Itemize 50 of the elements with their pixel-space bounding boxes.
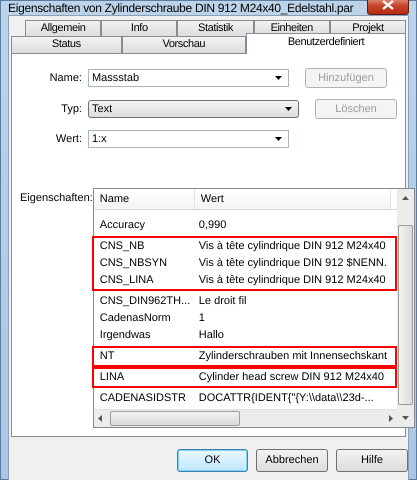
window-title: Eigenschaften von Zylinderschraube DIN 912 M24x40_Edelstahl.par xyxy=(8,1,354,15)
dialog-button[interactable]: Abbrechen xyxy=(256,448,328,472)
dropdown-list[interactable]: Text xyxy=(88,100,299,118)
tab[interactable]: Benutzerdefiniert xyxy=(246,33,406,54)
table-cell-text: Vis à tête cylindrique DIN 912 M24x40 xyxy=(198,239,387,254)
field-label: Name: xyxy=(48,72,82,84)
table-cell-text: CNS_NBSYN xyxy=(98,256,168,271)
field-label: Wert: xyxy=(54,133,82,145)
table-cell-text: LINA xyxy=(98,370,126,385)
column-header[interactable]: Wert xyxy=(194,189,391,209)
scroll-right-icon[interactable] xyxy=(388,415,393,422)
table-cell-text: Accuracy xyxy=(98,218,146,233)
table-cell-text: CNS_DIN962TH... xyxy=(98,294,192,309)
dropdown-arrow-icon xyxy=(275,76,282,80)
properties-label: Eigenschaften: xyxy=(20,191,93,206)
scroll-left-icon[interactable] xyxy=(98,415,102,422)
close-icon xyxy=(381,0,395,10)
dialog-button[interactable]: OK xyxy=(177,448,248,472)
combo-field[interactable]: Massstab xyxy=(88,69,289,87)
table-cell-text: CNS_LINA xyxy=(98,273,155,288)
tab[interactable]: Allgemein xyxy=(25,20,102,36)
tab[interactable]: Info xyxy=(101,20,178,36)
dropdown-arrow-icon xyxy=(285,107,292,111)
table-cell-text: Cylinder head screw DIN 912 M24x40 xyxy=(198,370,386,385)
table-cell-text: NT xyxy=(98,349,116,364)
column-header[interactable]: Name xyxy=(94,189,195,209)
field-label: Typ: xyxy=(60,103,82,115)
table-cell-text: Vis à tête cylindrique DIN 912 M24x40 xyxy=(198,273,387,288)
horizontal-scrollbar[interactable] xyxy=(94,409,397,427)
table-cell-text: DOCATTR{IDENT{"{Y:\\data\\23d-... xyxy=(198,391,375,406)
table-cell-text: CNS_NB xyxy=(98,239,146,254)
table-cell-text: CADENASIDSTR xyxy=(98,391,187,406)
table-cell-text: Hallo xyxy=(198,328,225,343)
scroll-up-icon[interactable] xyxy=(402,196,409,200)
tab[interactable]: Vorschau xyxy=(122,36,246,53)
tab[interactable]: Statistik xyxy=(177,20,254,36)
tab[interactable]: Status xyxy=(11,36,122,53)
table-cell-text: Irgendwas xyxy=(98,328,152,343)
vertical-scrollbar[interactable] xyxy=(396,189,414,427)
combo-field[interactable]: 1:x xyxy=(88,130,289,148)
table-cell-text: Le droit fil xyxy=(198,294,248,309)
table-cell-text: Vis à tête cylindrique DIN 912 $NENN. xyxy=(198,256,388,271)
dialog-button[interactable]: Hilfe xyxy=(336,448,408,472)
table-cell-text: Zylinderschrauben mit Innensechskant xyxy=(198,349,388,364)
scroll-down-icon[interactable] xyxy=(402,416,409,420)
table-cell-text: CadenasNorm xyxy=(98,311,172,326)
dropdown-arrow-icon xyxy=(275,137,282,141)
table-cell-text: 1 xyxy=(198,311,206,326)
close-button[interactable] xyxy=(367,0,409,14)
table-cell-text: 0,990 xyxy=(198,218,228,233)
